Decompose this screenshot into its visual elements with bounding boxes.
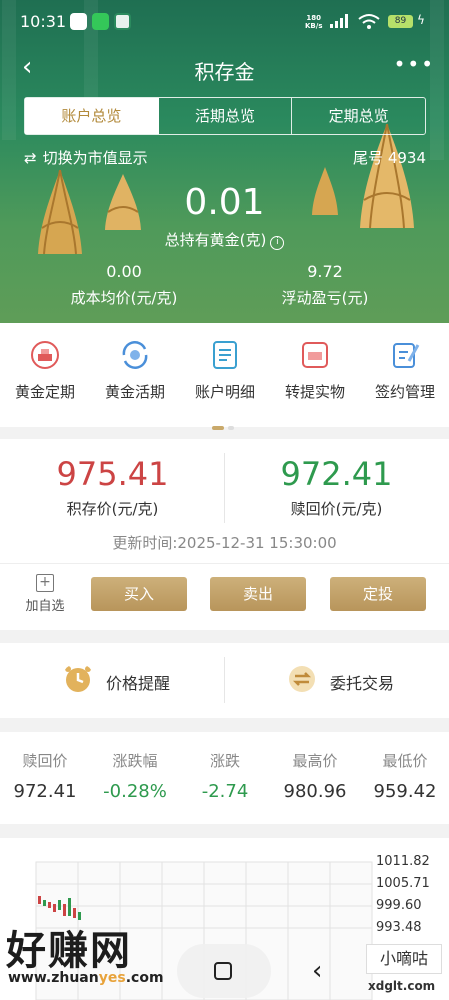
tab-current-overview[interactable]: 活期总览 — [159, 98, 293, 134]
buy-price: 975.41 — [56, 455, 169, 493]
qq-icon — [70, 13, 87, 30]
switch-label: 切换为市值显示 — [42, 149, 148, 167]
page-dot-active — [212, 426, 224, 430]
candle — [73, 908, 76, 918]
gold-bar-icon — [31, 341, 59, 369]
charging-icon: ϟ — [417, 13, 425, 27]
top-navigation: ‹ 积存金 ••• — [0, 44, 449, 92]
candle — [53, 904, 56, 912]
sell-button[interactable]: 卖出 — [210, 577, 306, 611]
y-axis-label: 999.60 — [376, 898, 422, 913]
quote-low: 最低价 959.42 — [373, 752, 437, 802]
buy-button[interactable]: 买入 — [91, 577, 187, 611]
account-hero: 10:31 180 KB/s 89 ϟ ‹ 积存金 ••• 账户总览 活期总览 … — [0, 0, 449, 323]
menu-account-detail[interactable]: 账户明细 — [180, 339, 270, 402]
account-tail-number: 尾号 4934 — [353, 149, 426, 167]
status-time: 10:31 — [20, 12, 67, 31]
switch-market-value[interactable]: ⇄ 切换为市值显示 — [24, 147, 148, 168]
app-icon — [114, 13, 131, 30]
candle — [68, 898, 71, 916]
total-gold-value: 0.01 — [184, 182, 265, 223]
page-dot — [228, 426, 234, 430]
quote-redeem: 赎回价 972.41 — [13, 752, 77, 802]
refresh-coin-icon — [122, 341, 148, 369]
watermark-logo: 好赚网 — [6, 928, 132, 974]
sell-price: 972.41 — [280, 455, 393, 493]
overview-tabs: 账户总览 活期总览 定期总览 — [24, 97, 426, 135]
watermark-badge: 小嘀咕 — [366, 944, 442, 974]
sell-price-label: 赎回价(元/克) — [290, 500, 383, 518]
update-time: 更新时间:2025-12-31 15:30:00 — [112, 534, 337, 552]
buy-price-label: 积存价(元/克) — [66, 500, 159, 518]
price-card: 975.41 积存价(元/克) 972.41 赎回价(元/克) 更新时间:202… — [0, 439, 449, 630]
watermark-badge-url: xdglt.com — [368, 979, 436, 993]
y-axis-label: 993.48 — [376, 920, 422, 935]
wechat-icon — [92, 13, 109, 30]
menu-gold-fixed[interactable]: 黄金定期 — [0, 339, 90, 402]
alarm-clock-icon — [65, 666, 91, 692]
quote-change-rate: 涨跌幅 -0.28% — [103, 752, 167, 802]
floating-pnl-value: 9.72 — [307, 262, 343, 281]
total-gold-label: 总持有黄金(克) i — [0, 229, 449, 250]
quote-change: 涨跌 -2.74 — [201, 752, 249, 802]
menu-physical-gold[interactable]: 转提实物 — [270, 339, 360, 402]
edit-document-icon — [393, 343, 420, 368]
plus-icon: + — [36, 574, 54, 592]
entrust-trade-button[interactable]: 委托交易 — [224, 643, 448, 718]
candle — [43, 900, 46, 906]
price-alert-button[interactable]: 价格提醒 — [0, 643, 224, 718]
menu-gold-current[interactable]: 黄金活期 — [90, 339, 180, 402]
network-speed: 180 KB/s — [305, 14, 323, 30]
tools-card: 价格提醒 委托交易 — [0, 643, 449, 718]
floating-pnl-label: 浮动盈亏(元) — [281, 289, 369, 307]
tab-account-overview[interactable]: 账户总览 — [25, 98, 159, 134]
candle — [38, 896, 41, 904]
cost-average-label: 成本均价(元/克) — [70, 289, 178, 307]
switch-icon: ⇄ — [24, 149, 37, 167]
add-watchlist-button[interactable]: + 加自选 — [20, 574, 70, 614]
tab-fixed-overview[interactable]: 定期总览 — [292, 98, 425, 134]
quote-row: 赎回价 972.41 涨跌幅 -0.28% 涨跌 -2.74 最高价 980.9… — [0, 732, 449, 824]
home-button[interactable] — [214, 962, 232, 980]
auto-invest-button[interactable]: 定投 — [330, 577, 426, 611]
info-icon[interactable]: i — [270, 236, 285, 250]
watermark-url: www.zhuanyes.com — [8, 970, 164, 986]
page-indicator — [212, 415, 238, 434]
back-nav-icon[interactable]: ‹ — [312, 956, 322, 986]
status-bar: 10:31 180 KB/s 89 ϟ — [0, 0, 449, 44]
candle — [48, 902, 51, 908]
quote-high: 最高价 980.96 — [283, 752, 347, 802]
candle — [58, 900, 61, 910]
more-icon[interactable]: ••• — [394, 52, 435, 76]
battery-indicator: 89 — [388, 15, 413, 28]
menu-contract-management[interactable]: 签约管理 — [360, 339, 449, 402]
document-icon — [213, 341, 237, 369]
y-axis-label: 1005.71 — [376, 876, 430, 891]
cost-average-value: 0.00 — [106, 262, 142, 281]
y-axis-label: 1011.82 — [376, 854, 430, 869]
wifi-icon — [358, 14, 380, 29]
candle — [63, 904, 66, 916]
entrust-icon — [289, 666, 315, 692]
signal-icon — [330, 14, 348, 28]
gift-box-icon — [302, 342, 328, 368]
quick-menu: 黄金定期 黄金活期 账户明细 转提实物 签约管理 — [0, 323, 449, 430]
divider — [0, 563, 449, 564]
page-title: 积存金 — [194, 60, 255, 84]
